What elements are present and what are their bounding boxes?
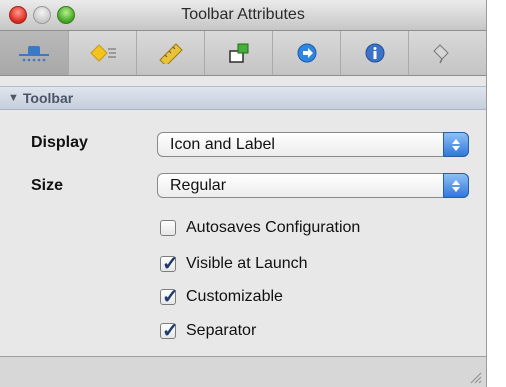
checkbox-box[interactable]: ✓ (160, 253, 179, 275)
resize-grip-icon[interactable] (468, 370, 482, 384)
connections-icon (228, 43, 248, 63)
visible-at-launch-checkbox[interactable]: ✓ Visible at Launch (160, 253, 308, 275)
bindings-arrow-icon (297, 43, 316, 63)
autosaves-configuration-checkbox[interactable]: Autosaves Configuration (160, 219, 360, 237)
checkbox-label: Separator (186, 322, 257, 339)
ruler-icon (158, 43, 183, 64)
popup-arrows-icon (443, 173, 469, 198)
tab-info[interactable] (340, 31, 408, 75)
checkbox-box[interactable]: ✓ (160, 320, 179, 342)
tab-attributes[interactable] (68, 31, 136, 75)
applescript-icon (432, 44, 449, 64)
separator-checkbox[interactable]: ✓ Separator (160, 320, 257, 342)
inspector-tab-bar (0, 31, 486, 76)
window-title: Toolbar Attributes (181, 6, 305, 23)
size-popup[interactable]: Regular (157, 173, 469, 198)
size-popup-value: Regular (170, 176, 227, 194)
title-bar[interactable]: Toolbar Attributes (0, 0, 486, 31)
network-object-icon (19, 46, 49, 62)
tab-connections[interactable] (204, 31, 272, 75)
inspector-window: Toolbar Attributes ▼ Toolbar Display Ico… (0, 0, 487, 387)
tab-network-object[interactable] (0, 31, 68, 75)
checkmark-icon: ✓ (162, 253, 179, 275)
display-popup-value: Icon and Label (170, 135, 275, 153)
tab-size[interactable] (136, 31, 204, 75)
footer-bar (0, 356, 486, 387)
checkbox-label: Visible at Launch (186, 255, 308, 272)
display-label: Display (31, 134, 88, 151)
checkbox-label: Customizable (186, 288, 283, 305)
display-popup[interactable]: Icon and Label (157, 132, 469, 157)
checkmark-icon: ✓ (162, 286, 179, 308)
checkbox-box[interactable] (160, 220, 176, 236)
popup-arrows-icon (443, 132, 469, 157)
disclosure-triangle-icon[interactable]: ▼ (8, 92, 19, 104)
tab-bindings[interactable] (272, 31, 340, 75)
section-title: Toolbar (22, 90, 74, 106)
checkbox-box[interactable]: ✓ (160, 286, 179, 308)
size-label: Size (31, 177, 64, 194)
checkmark-icon: ✓ (162, 320, 179, 342)
tab-applescript[interactable] (408, 31, 476, 75)
toolbar-section-header[interactable]: ▼ Toolbar (0, 86, 486, 110)
attributes-diamond-icon (89, 44, 116, 62)
checkbox-label: Autosaves Configuration (186, 219, 361, 236)
info-icon (365, 43, 384, 63)
customizable-checkbox[interactable]: ✓ Customizable (160, 286, 283, 308)
